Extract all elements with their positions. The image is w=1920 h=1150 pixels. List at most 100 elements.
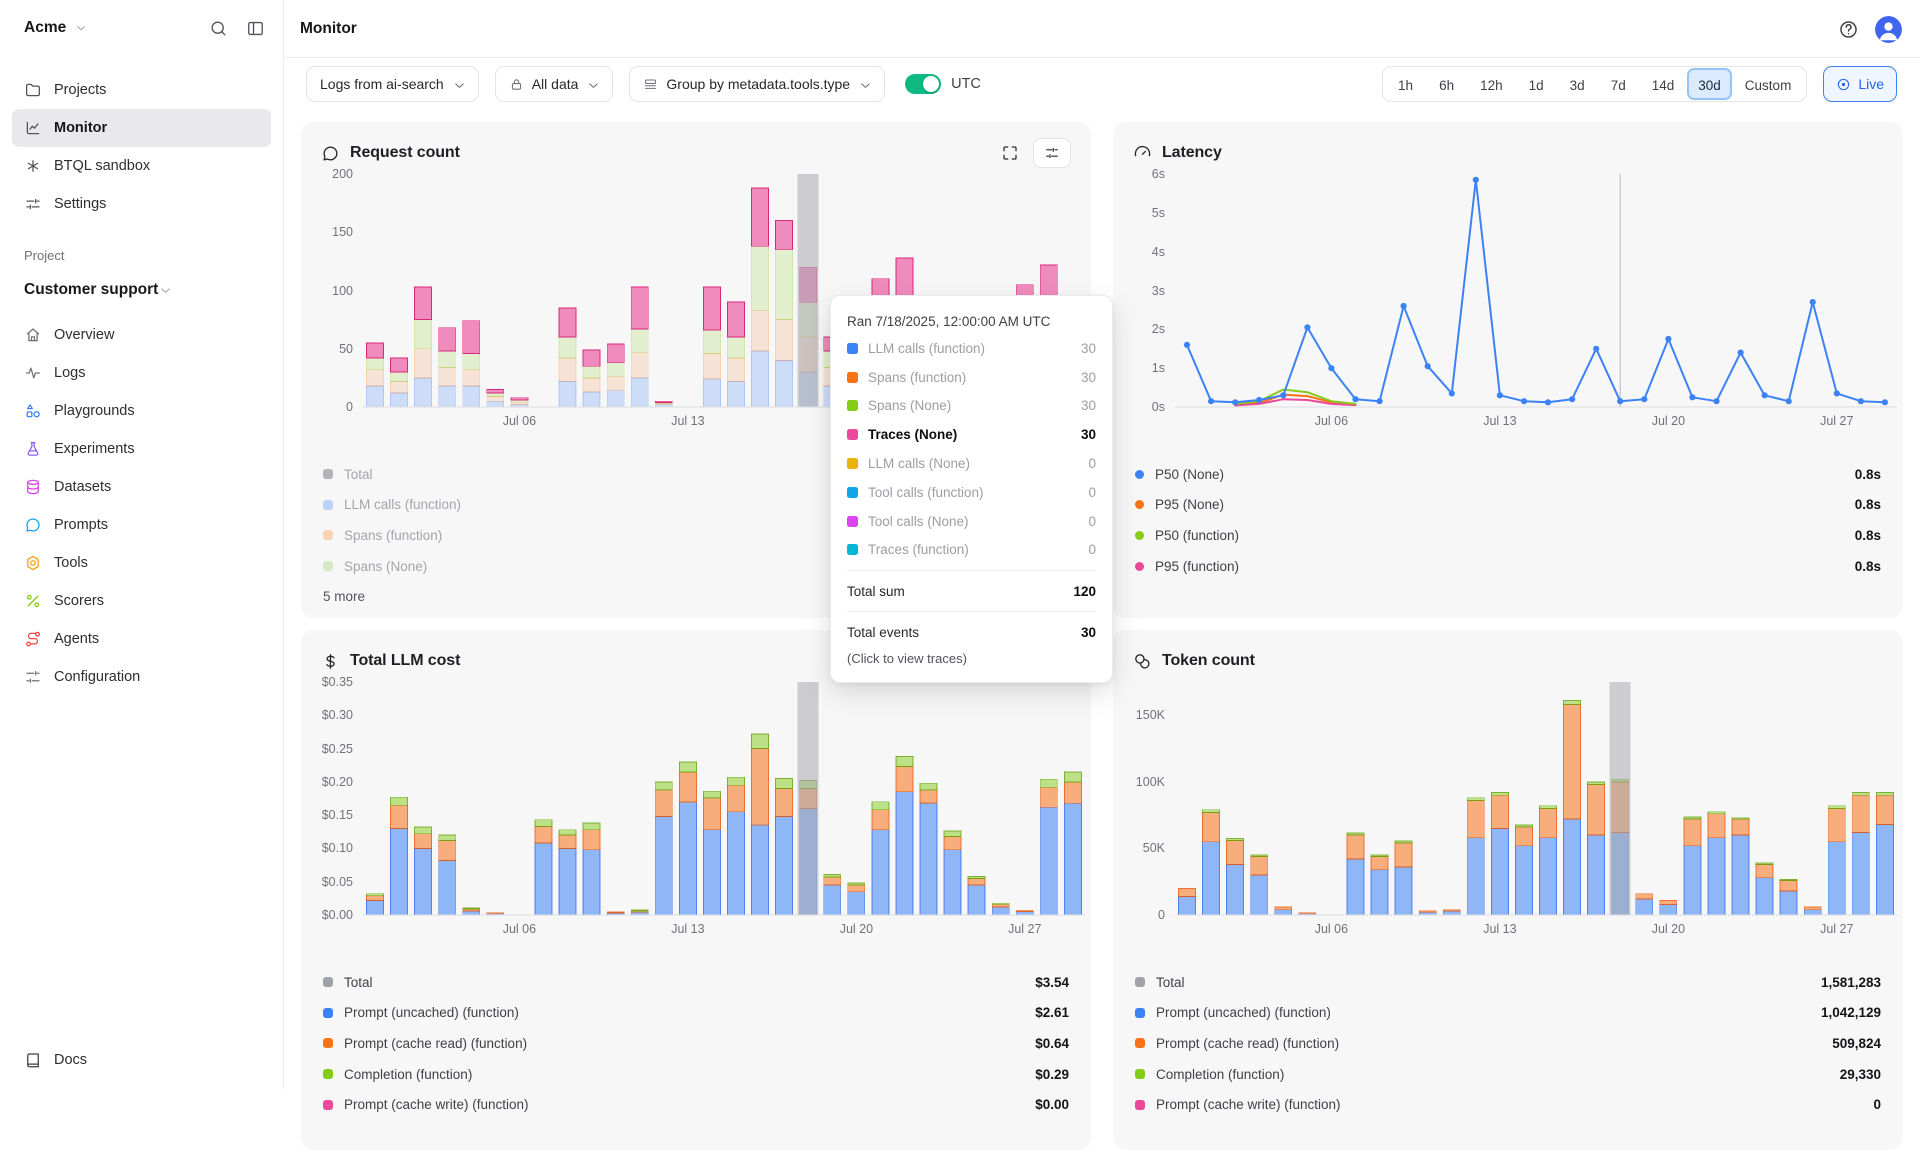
sidebar: Acme Projects Monitor BTQL sandbox Setti… [0,0,284,1089]
workspace-name: Acme [24,19,66,37]
time-range-30d[interactable]: 30d [1687,68,1732,100]
tooltip-row: Traces (None)30 [847,420,1096,449]
sidebar-item-projects[interactable]: Projects [12,71,271,109]
y-axis-label: $0.20 [301,775,353,790]
tooltip-row: Tool calls (None)0 [847,507,1096,536]
x-axis-label: Jul 06 [1296,922,1366,936]
token-count-chart[interactable] [1175,682,1897,917]
project-switcher[interactable]: Customer support [24,276,265,304]
sidebar-item-tools[interactable]: Tools [12,544,271,582]
y-axis-label: 150K [1113,708,1165,723]
series-swatch [1135,1100,1145,1110]
y-axis-label: 2s [1113,322,1165,337]
latency-card: Latency 6s5s4s3s2s1s0sJul 06Jul 13Jul 20… [1113,122,1903,618]
tooltip-row: Spans (function)30 [847,363,1096,392]
series-swatch [1135,531,1144,540]
view-filter-button[interactable]: Logs from ai-search [306,66,479,102]
sidebar-item-agents[interactable]: Agents [12,620,271,658]
project-name: Customer support [24,281,158,299]
x-axis-label: Jul 13 [653,922,723,936]
time-range-1d[interactable]: 1d [1516,68,1557,100]
shapes-icon [24,402,42,420]
latency-chart[interactable] [1175,174,1897,411]
sidebar-header: Acme [0,0,283,56]
time-range-12h[interactable]: 12h [1467,68,1516,100]
legend-item: Completion (function) $0.29 [323,1059,1069,1090]
rows-icon [643,77,658,92]
series-swatch [847,429,858,440]
search-button[interactable] [209,19,228,38]
series-swatch [323,530,333,540]
y-axis-label: $0.30 [301,708,353,723]
x-axis-label: Jul 06 [484,414,554,428]
sidebar-item-prompts[interactable]: Prompts [12,506,271,544]
y-axis-label: 50 [301,342,353,357]
series-swatch [847,516,858,527]
sidebar-item-datasets[interactable]: Datasets [12,468,271,506]
y-axis-label: 5s [1113,206,1165,221]
help-button[interactable] [1838,19,1859,40]
y-axis-label: $0.10 [301,841,353,856]
avatar[interactable] [1875,16,1902,43]
x-axis-label: Jul 13 [653,414,723,428]
lock-icon [509,77,524,92]
token-count-card: Token count 150K100K50K0Jul 06Jul 13Jul … [1113,630,1903,1150]
y-axis-label: 150 [301,225,353,240]
topbar: Monitor [284,0,1920,58]
series-swatch [847,400,858,411]
hover-highlight [798,682,819,915]
workspace-switcher[interactable]: Acme [24,19,88,37]
sidebar-toggle-button[interactable] [246,19,265,38]
x-axis-label: Jul 27 [1802,414,1872,428]
x-axis-label: Jul 13 [1465,414,1535,428]
x-axis-label: Jul 27 [1802,922,1872,936]
sidebar-item-logs[interactable]: Logs [12,354,271,392]
x-axis-label: Jul 13 [1465,922,1535,936]
series-swatch [1135,1069,1145,1079]
tooltip-row: LLM calls (None)0 [847,449,1096,478]
sidebar-item-scorers[interactable]: Scorers [12,582,271,620]
y-axis-label: $0.15 [301,808,353,823]
y-axis-label: 3s [1113,284,1165,299]
legend-item: P50 (None) 0.8s [1135,459,1881,490]
total-llm-cost-chart[interactable] [363,682,1085,917]
legend-item: Prompt (cache write) (function) $0.00 [323,1089,1069,1120]
data-scope-button[interactable]: All data [495,66,614,102]
time-range-custom[interactable]: Custom [1732,68,1805,100]
series-swatch [847,372,858,383]
utc-toggle[interactable] [905,74,941,94]
sidebar-item-experiments[interactable]: Experiments [12,430,271,468]
live-label: Live [1858,76,1884,92]
sidebar-item-playgrounds[interactable]: Playgrounds [12,392,271,430]
chart-tooltip: Ran 7/18/2025, 12:00:00 AM UTC LLM calls… [830,295,1113,683]
time-range-6h[interactable]: 6h [1426,68,1467,100]
series-swatch [323,561,333,571]
sidebar-item-configuration[interactable]: Configuration [12,658,271,696]
sidebar-item-docs[interactable]: Docs [12,1041,271,1079]
y-axis-label: 6s [1113,167,1165,182]
tooltip-total-sum: Total sum120 [847,577,1096,605]
series-swatch [323,977,333,987]
series-swatch [323,500,333,510]
sidebar-item-settings[interactable]: Settings [12,185,271,223]
legend-item: P95 (function) 0.8s [1135,551,1881,582]
series-swatch [847,343,858,354]
live-button[interactable]: Live [1823,66,1897,102]
series-swatch [1135,500,1144,509]
legend-item: Total 1,581,283 [1135,967,1881,998]
chevron-down-icon [158,283,173,298]
y-axis-label: 1s [1113,361,1165,376]
time-range-3d[interactable]: 3d [1557,68,1598,100]
hover-highlight [798,174,819,407]
time-range-14d[interactable]: 14d [1639,68,1688,100]
circle-dot-icon [1836,77,1851,92]
sidebar-item-monitor[interactable]: Monitor [12,109,271,147]
sidebar-item-overview[interactable]: Overview [12,316,271,354]
time-range-7d[interactable]: 7d [1598,68,1639,100]
group-by-button[interactable]: Group by metadata.tools.type [629,66,885,102]
project-nav: Overview Logs Playgrounds Experiments Da… [12,316,271,696]
time-range-1h[interactable]: 1h [1385,68,1426,100]
legend-show-more[interactable]: 5 more [323,589,365,604]
series-swatch [323,1008,333,1018]
sidebar-item-btql-sandbox[interactable]: BTQL sandbox [12,147,271,185]
